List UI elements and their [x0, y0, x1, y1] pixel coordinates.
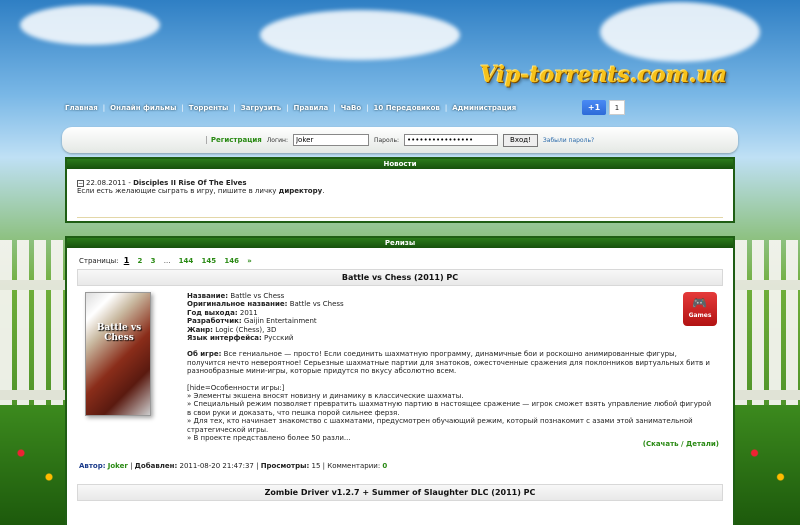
about-body: Все гениальное — просто! Если соединить … — [187, 350, 710, 376]
login-input[interactable] — [292, 134, 369, 146]
features-head: [hide=Особенности игры:] — [187, 383, 285, 392]
main-nav: Главная | Онлайн фильмы | Торренты | Загруз… — [60, 102, 521, 114]
field-row: Год выхода: 2011 — [187, 309, 717, 317]
feature-line: » Элементы экшена вносят новизну и динам… — [187, 392, 464, 401]
google-plus-count: 1 — [609, 100, 625, 115]
pagination: Страницы: 1 2 3 ... 144 145 146 » — [67, 248, 733, 269]
added-value: 2011-08-20 21:47:37 — [179, 462, 254, 470]
nav-faq[interactable]: ЧаВо — [336, 104, 367, 112]
field-row: Название: Battle vs Chess — [187, 292, 717, 300]
left-plants — [0, 405, 70, 525]
news-panel: Новости −22.08.2011 - Disciples II Rise … — [65, 157, 735, 223]
register-link[interactable]: Регистрация — [205, 136, 262, 144]
field-row: Оригинальное название: Battle vs Chess — [187, 300, 717, 308]
news-header: Новости — [67, 159, 733, 169]
field-label: Оригинальное название: — [187, 300, 288, 309]
nav-admin[interactable]: Администрация — [447, 104, 521, 112]
release-info: Название: Battle vs Chess Оригинальное н… — [187, 292, 717, 443]
password-input[interactable] — [404, 134, 499, 146]
expand-icon[interactable]: − — [77, 180, 84, 187]
nav-home[interactable]: Главная — [60, 104, 103, 112]
forgot-password-link[interactable]: Забыли пароль? — [543, 137, 594, 144]
page-current: 1 — [123, 256, 130, 265]
added-label: Добавлен: — [134, 462, 178, 470]
page-link[interactable]: 144 — [179, 257, 194, 265]
field-label: Разработчик: — [187, 317, 242, 326]
news-title[interactable]: Disciples II Rise Of The Elves — [133, 179, 247, 187]
feature-line: » Специальный режим позволяет превратить… — [187, 400, 712, 417]
cloud — [600, 2, 760, 62]
games-category-icon[interactable]: Games — [683, 292, 717, 326]
download-details-link[interactable]: (Скачать / Детали) — [643, 440, 719, 448]
nav-torrents[interactable]: Торренты — [184, 104, 234, 112]
cover-title: Battle vs Chess — [96, 323, 142, 343]
news-divider — [77, 217, 723, 218]
nav-rules[interactable]: Правила — [288, 104, 333, 112]
right-plants — [735, 405, 800, 525]
password-label: Пароль: — [373, 136, 400, 144]
nav-online-movies[interactable]: Онлайн фильмы — [105, 104, 181, 112]
news-text-end: . — [322, 187, 325, 195]
field-value: Gaijin Entertainment — [243, 317, 317, 326]
field-value: Logic (Chess), 3D — [215, 325, 277, 334]
site-logo[interactable]: Vip-torrents.com.ua — [480, 62, 727, 88]
field-label: Жанр: — [187, 325, 213, 334]
release-title[interactable]: Zombie Driver v1.2.7 + Summer of Slaught… — [77, 484, 723, 501]
field-value: Battle vs Chess — [289, 300, 344, 309]
views-value: 15 — [311, 462, 321, 470]
login-bar: Регистрация Логин: Пароль: Вход! Забыли … — [62, 127, 738, 153]
login-label: Логин: — [266, 136, 288, 144]
field-label: Название: — [187, 292, 229, 300]
news-text: Если есть желающие сыграть в игру, пишит… — [77, 187, 279, 195]
field-label: Год выхода: — [187, 308, 238, 317]
author-label: Автор: — [79, 462, 106, 470]
nav-top10[interactable]: 10 Передовиков — [369, 104, 445, 112]
comments-label: Комментарии: — [327, 462, 381, 470]
news-date: 22.08.2011 — [86, 179, 127, 187]
releases-panel: Релизы Страницы: 1 2 3 ... 144 145 146 »… — [65, 236, 735, 525]
comments-value[interactable]: 0 — [382, 462, 387, 470]
login-button[interactable]: Вход! — [503, 133, 538, 147]
page-ellipsis: ... — [163, 257, 171, 265]
field-value: Battle vs Chess — [230, 292, 285, 300]
field-value: 2011 — [239, 308, 258, 317]
releases-header: Релизы — [67, 238, 733, 248]
news-item: −22.08.2011 - Disciples II Rise Of The E… — [77, 179, 325, 195]
release-cover-image[interactable]: Battle vs Chess — [85, 292, 151, 416]
page-next[interactable]: » — [247, 257, 252, 265]
cloud — [20, 5, 160, 45]
page-link[interactable]: 145 — [202, 257, 217, 265]
google-plus-widget: +1 1 — [582, 100, 625, 115]
cloud — [260, 10, 460, 60]
feature-line: » В проекте представлено более 50 разли.… — [187, 434, 351, 443]
news-director-link[interactable]: директору — [279, 187, 323, 195]
author-link[interactable]: Joker — [108, 462, 128, 470]
views-label: Просмотры: — [260, 462, 310, 470]
page-link[interactable]: 146 — [224, 257, 239, 265]
pagination-label: Страницы: — [79, 257, 119, 265]
google-plus-button[interactable]: +1 — [582, 100, 606, 115]
nav-upload[interactable]: Загрузить — [236, 104, 286, 112]
page-link[interactable]: 3 — [151, 257, 156, 265]
field-row: Разработчик: Gaijin Entertainment — [187, 317, 717, 325]
page-link[interactable]: 2 — [138, 257, 143, 265]
field-row: Жанр: Logic (Chess), 3D — [187, 326, 717, 334]
field-row: Язык интерфейса: Русский — [187, 334, 717, 342]
release-title[interactable]: Battle vs Chess (2011) PC — [77, 269, 723, 286]
feature-line: » Для тех, кто начинает знакомство с шах… — [187, 417, 693, 434]
about-label: Об игре: — [187, 350, 222, 359]
field-value: Русский — [264, 334, 294, 343]
about-text: Об игре: Все гениальное — просто! Если с… — [187, 350, 717, 375]
release-entry: Battle vs Chess Название: Battle vs Ches… — [67, 286, 733, 458]
release-meta: Автор: Joker | Добавлен: 2011-08-20 21:4… — [79, 462, 388, 470]
field-label: Язык интерфейса: — [187, 334, 262, 343]
